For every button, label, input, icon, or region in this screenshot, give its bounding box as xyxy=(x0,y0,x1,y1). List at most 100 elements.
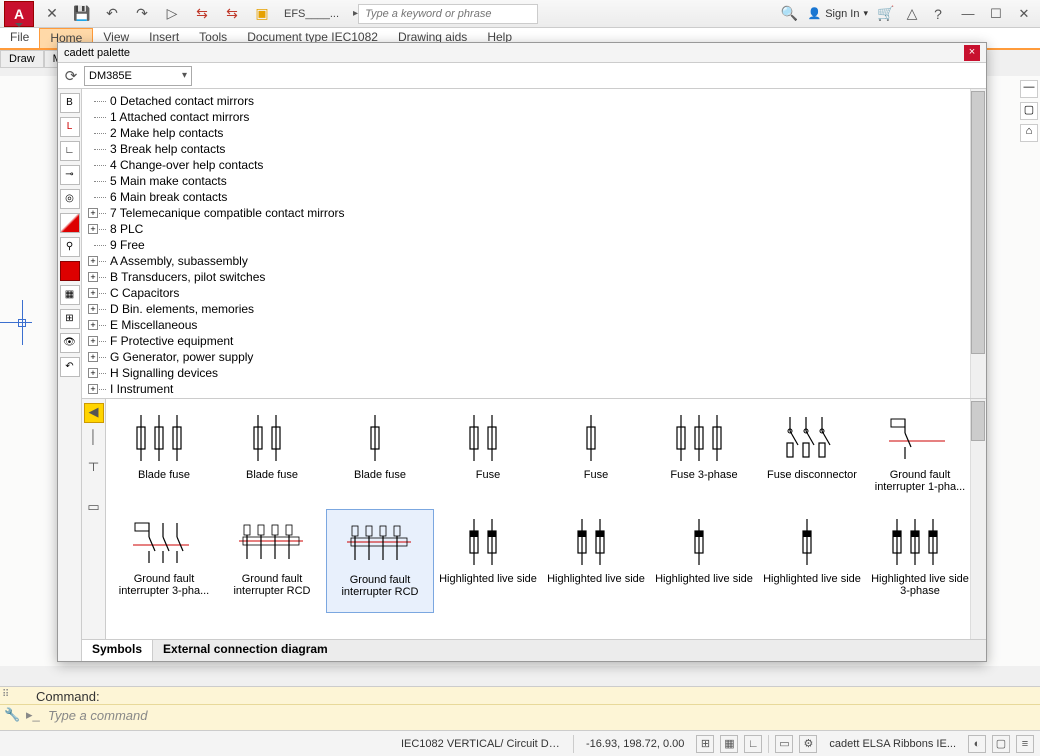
tool-dim[interactable]: ⊸ xyxy=(60,165,80,185)
expand-icon[interactable]: + xyxy=(88,320,98,330)
wrench-icon[interactable]: 🔧 xyxy=(4,707,20,723)
redo-icon[interactable]: ↷ xyxy=(134,6,150,22)
symbol-cell[interactable]: Ground fault interrupter RCD xyxy=(218,509,326,613)
tree-item[interactable]: 6 Main break contacts xyxy=(88,189,980,205)
nav-icon-3[interactable]: ⌂ xyxy=(1020,124,1038,142)
chip-icon[interactable]: ▣ xyxy=(254,6,270,22)
menu-icon[interactable]: ≡ xyxy=(1016,735,1034,753)
status-workspace[interactable]: cadett ELSA Ribbons IE... xyxy=(829,738,956,750)
tree-item[interactable]: +7 Telemecanique compatible contact mirr… xyxy=(88,205,980,221)
symbol-cell[interactable]: Ground fault interrupter RCD xyxy=(326,509,434,613)
tool-search[interactable]: ⚲ xyxy=(60,237,80,257)
collapse-icon[interactable]: ◀ xyxy=(84,403,104,423)
tree-item[interactable]: +E Miscellaneous xyxy=(88,317,980,333)
symbol-cell[interactable]: Fuse xyxy=(542,405,650,509)
share-icon[interactable]: △ xyxy=(904,6,920,22)
play-icon[interactable]: ▷ xyxy=(164,6,180,22)
palette-titlebar[interactable]: cadett palette × xyxy=(58,43,986,63)
gear-icon[interactable]: ⚙ xyxy=(799,735,817,753)
symbol-grid[interactable]: Blade fuseBlade fuseBlade fuseFuseFuseFu… xyxy=(106,399,986,639)
tree-item[interactable]: +A Assembly, subassembly xyxy=(88,253,980,269)
tool-red-fill[interactable] xyxy=(60,261,80,281)
expand-icon[interactable]: + xyxy=(88,224,98,234)
tool-bold[interactable]: B xyxy=(60,93,80,113)
prompt-icon[interactable]: ▸_ xyxy=(26,707,42,723)
tree-item[interactable]: 3 Break help contacts xyxy=(88,141,980,157)
grid-scrollbar[interactable] xyxy=(970,399,986,639)
tree-item[interactable]: +G Generator, power supply xyxy=(88,349,980,365)
snap-icon[interactable]: ▦ xyxy=(720,735,738,753)
tee-tool-icon[interactable]: ┬ xyxy=(84,455,104,475)
panel-tab-draw[interactable]: Draw xyxy=(0,50,44,68)
tree-item[interactable]: +D Bin. elements, memories xyxy=(88,301,980,317)
tool-calc[interactable]: ▦ xyxy=(60,285,80,305)
tree-item[interactable]: +8 PLC xyxy=(88,221,980,237)
symbol-cell[interactable]: Blade fuse xyxy=(326,405,434,509)
symbol-cell[interactable]: Highlighted live side xyxy=(758,509,866,613)
tree-item[interactable]: 0 Detached contact mirrors xyxy=(88,93,980,109)
monitor-icon[interactable]: ▢ xyxy=(992,735,1010,753)
line-tool-icon[interactable]: │ xyxy=(84,429,104,449)
tab-file[interactable]: File xyxy=(0,28,39,48)
tool-table[interactable]: ⊞ xyxy=(60,309,80,329)
tool-layer[interactable]: L xyxy=(60,117,80,137)
extents-icon[interactable]: ▭ xyxy=(775,735,793,753)
tree-item[interactable]: 9 Free xyxy=(88,237,980,253)
nav-icon-1[interactable]: — xyxy=(1020,80,1038,98)
symbol-cell[interactable]: Ground fault interrupter 1-pha... xyxy=(866,405,974,509)
symbol-cell[interactable]: Highlighted live side xyxy=(434,509,542,613)
expand-icon[interactable]: + xyxy=(88,256,98,266)
box-tool-icon[interactable]: ▭ xyxy=(84,499,104,519)
app-logo[interactable]: A xyxy=(4,1,34,27)
grid-icon[interactable]: ⊞ xyxy=(696,735,714,753)
tree-item[interactable]: +B Transducers, pilot switches xyxy=(88,269,980,285)
maximize-button[interactable]: ☐ xyxy=(984,5,1008,23)
signin-link[interactable]: 👤 Sign In ▾ xyxy=(808,7,868,20)
symbol-cell[interactable]: Blade fuse xyxy=(110,405,218,509)
expand-icon[interactable]: + xyxy=(88,304,98,314)
tool-hide[interactable]: 👁 xyxy=(60,333,80,353)
undo-icon[interactable]: ↶ xyxy=(104,6,120,22)
symbol-cell[interactable]: Fuse 3-phase xyxy=(650,405,758,509)
cart-icon[interactable]: 🛒 xyxy=(878,6,894,22)
nav-icon-2[interactable]: ▢ xyxy=(1020,102,1038,120)
close-button[interactable]: ✕ xyxy=(1012,5,1036,23)
help-search-input[interactable] xyxy=(358,4,538,24)
tree-item[interactable]: +C Capacitors xyxy=(88,285,980,301)
symbol-cell[interactable]: Fuse disconnector xyxy=(758,405,866,509)
symbol-cell[interactable]: Highlighted live side xyxy=(542,509,650,613)
annotation-icon[interactable]: ◐ xyxy=(968,735,986,753)
save-icon[interactable]: 💾 xyxy=(74,6,90,22)
tool-back[interactable]: ↶ xyxy=(60,357,80,377)
expand-icon[interactable]: + xyxy=(88,272,98,282)
tab-symbols[interactable]: Symbols xyxy=(82,640,153,661)
minimize-button[interactable]: — xyxy=(956,5,980,23)
tree-item[interactable]: +I Instrument xyxy=(88,381,980,397)
expand-icon[interactable]: + xyxy=(88,288,98,298)
help-icon[interactable]: ? xyxy=(930,6,946,22)
expand-icon[interactable]: + xyxy=(88,208,98,218)
command-input[interactable]: Type a command xyxy=(48,708,1036,723)
tree-item[interactable]: 1 Attached contact mirrors xyxy=(88,109,980,125)
tool-target[interactable]: ◎ xyxy=(60,189,80,209)
refresh-icon[interactable]: ⟳ xyxy=(62,67,80,85)
tree-scrollbar[interactable] xyxy=(970,89,986,398)
symbol-cell[interactable]: Ground fault interrupter 3-pha... xyxy=(110,509,218,613)
tool-angle[interactable]: ∟ xyxy=(60,141,80,161)
symbol-cell[interactable]: Highlighted live side 3-phase xyxy=(866,509,974,613)
symbol-cell[interactable]: Highlighted live side xyxy=(650,509,758,613)
close-doc-icon[interactable]: ✕ xyxy=(44,6,60,22)
binoculars-icon[interactable]: 🔍 xyxy=(782,6,798,22)
symbol-cell[interactable]: Fuse xyxy=(434,405,542,509)
tool-gradient[interactable] xyxy=(60,213,80,233)
tab-external-connection[interactable]: External connection diagram xyxy=(153,640,338,661)
library-combo[interactable]: DM385E xyxy=(84,66,192,86)
tree-item[interactable]: 5 Main make contacts xyxy=(88,173,980,189)
symbol-cell[interactable]: Blade fuse xyxy=(218,405,326,509)
tree-item[interactable]: +H Signalling devices xyxy=(88,365,980,381)
tree-item[interactable]: +F Protective equipment xyxy=(88,333,980,349)
tree-item[interactable]: 2 Make help contacts xyxy=(88,125,980,141)
symbol-tree[interactable]: 0 Detached contact mirrors1 Attached con… xyxy=(82,89,986,399)
tree-item[interactable]: 4 Change-over help contacts xyxy=(88,157,980,173)
palette-close-button[interactable]: × xyxy=(964,45,980,61)
